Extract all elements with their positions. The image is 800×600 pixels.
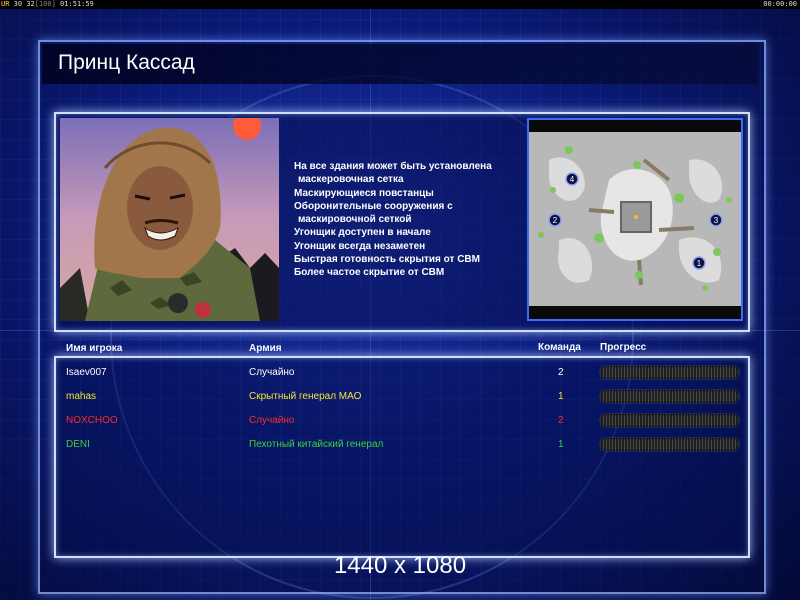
player-name: Isaev007 <box>66 367 107 378</box>
column-header-army: Армия <box>249 343 282 354</box>
bonus-line: маскеровочная сетка <box>298 174 404 186</box>
start-marker-4: 4 <box>570 175 575 184</box>
player-row: NOXCHOO Случайно 2 <box>0 411 800 431</box>
bonus-line: Угонщик доступен в начале <box>294 227 431 239</box>
progress-bar <box>600 414 739 427</box>
column-header-team: Команда <box>538 342 581 353</box>
column-header-progress: Прогресс <box>600 342 647 353</box>
bonus-line: Оборонительные сооружения с <box>294 200 453 212</box>
player-army: Скрытный генерал МАО <box>249 391 362 402</box>
player-team: 1 <box>558 439 564 450</box>
progress-bar <box>600 438 739 451</box>
ur-label: UR <box>1 0 10 8</box>
player-name: mahas <box>66 391 97 402</box>
player-name: NOXCHOO <box>66 415 118 426</box>
start-marker-1: 1 <box>697 259 702 268</box>
start-marker-2: 2 <box>553 216 558 225</box>
progress-bar <box>600 390 739 403</box>
status-value-1: 30 <box>13 0 23 8</box>
bonus-line: Маскирующиеся повстанцы <box>294 187 434 199</box>
start-marker-3: 3 <box>714 216 719 225</box>
status-bar: UR 30 32[100] 01:51:59 00:00:00 <box>0 0 800 9</box>
progress-bar <box>600 366 739 379</box>
bonus-line: На все здания может быть установлена <box>294 161 492 172</box>
player-row: Isaev007 Случайно 2 <box>0 363 800 383</box>
status-value-2: 32 <box>26 0 35 8</box>
resolution-label: 1440 x 1080 <box>333 552 467 579</box>
player-row: mahas Скрытный генерал МАО 1 <box>0 387 800 407</box>
status-timer: 00:00:00 <box>763 0 797 8</box>
player-army: Пехотный китайский генерал <box>249 439 384 450</box>
bonus-line: Угонщик всегда незаметен <box>294 240 426 252</box>
status-value-3: [100] <box>34 0 56 8</box>
status-clock: 01:51:59 <box>60 0 94 8</box>
bonus-line: маскировочной сеткой <box>298 214 412 226</box>
general-name: Принц Кассад <box>58 51 195 74</box>
player-army: Случайно <box>249 415 295 426</box>
bonus-line: Быстрая готовность скрытия от СВМ <box>294 254 480 266</box>
player-row: DENI Пехотный китайский генерал 1 <box>0 435 800 455</box>
general-portrait <box>60 118 279 321</box>
player-team: 2 <box>558 415 564 426</box>
player-team: 2 <box>558 367 564 378</box>
bonus-line: Более частое скрытие от СВМ <box>294 267 445 279</box>
player-army: Случайно <box>249 367 295 378</box>
general-bonus-list: На все здания может быть установлена мас… <box>294 160 524 280</box>
player-name: DENI <box>66 439 90 450</box>
map-preview: 1 2 3 4 <box>527 118 743 321</box>
player-team: 1 <box>558 391 564 402</box>
column-header-name: Имя игрока <box>66 343 123 354</box>
